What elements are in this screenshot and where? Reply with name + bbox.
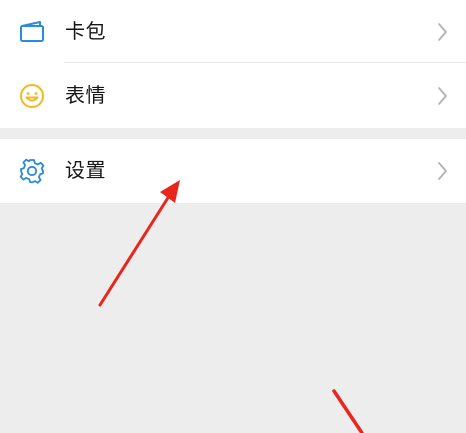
menu-item-label: 设置 [65,158,106,182]
settings-list-screen: 卡包 表情 设置 [0,0,466,433]
row-divider [64,62,466,63]
menu-item-stickers[interactable]: 表情 [0,64,466,128]
chevron-right-icon [437,160,449,182]
menu-item-label: 表情 [65,83,106,107]
menu-group-top: 卡包 表情 [0,0,466,128]
chevron-right-icon [437,21,449,43]
gear-icon [18,157,46,185]
menu-item-settings[interactable]: 设置 [0,139,466,203]
card-wallet-icon [18,18,46,46]
menu-item-card-wallet[interactable]: 卡包 [0,0,466,64]
chevron-right-icon [437,85,449,107]
menu-item-label: 卡包 [65,19,106,43]
smiley-icon [18,82,46,110]
annotation-arrow-lower [332,389,364,433]
menu-group-settings: 设置 [0,139,466,203]
